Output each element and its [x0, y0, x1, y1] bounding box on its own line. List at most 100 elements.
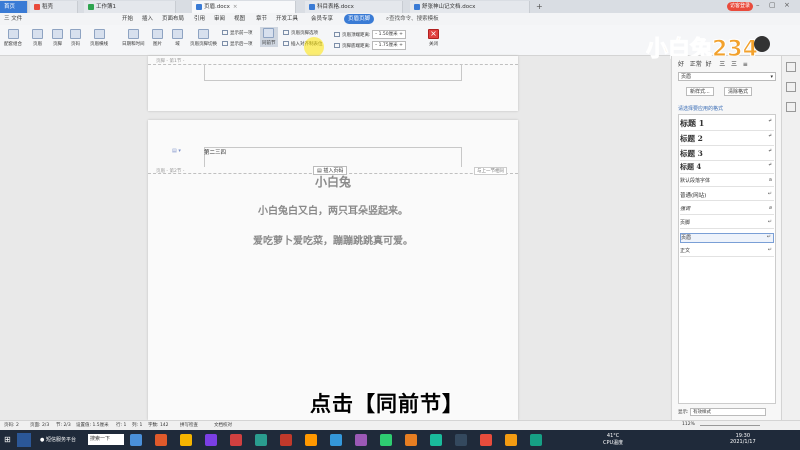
style-header-selected[interactable]: 页眉 ↵: [680, 233, 774, 243]
clear-format-button[interactable]: 清除格式: [724, 87, 753, 96]
footer-distance-icon: [334, 43, 340, 48]
new-style-button[interactable]: 新样式...: [686, 87, 714, 96]
style-footer[interactable]: 页脚 ↵: [680, 219, 774, 229]
style-default-font[interactable]: 默认段落字体 a: [680, 177, 774, 187]
status-pages: 页面: 2/3: [30, 423, 50, 428]
pointer-icon[interactable]: [786, 62, 796, 72]
header-footer-options-button[interactable]: 页眉页脚选项: [283, 30, 318, 36]
taskbar-app-sms[interactable]: ● 短信服务平台: [40, 436, 76, 443]
document-area[interactable]: 页脚 - 第1节 - ▤ ▾ 第二三四 页眉 - 第2节 - ▤ 插入页码 与上…: [0, 56, 670, 420]
menu-file[interactable]: 三 文件: [4, 13, 22, 25]
combo-button[interactable]: 配套组合: [4, 29, 22, 47]
zoom-level[interactable]: 112%: [682, 422, 695, 427]
taskbar-app-icon[interactable]: [205, 434, 217, 446]
taskbar-app-icon[interactable]: [430, 434, 442, 446]
ie-icon[interactable]: [17, 433, 31, 447]
menu-view[interactable]: 视图: [234, 13, 245, 25]
show-prev-button[interactable]: 显示前一项: [222, 30, 253, 36]
return-icon: ↵: [767, 162, 772, 168]
taskbar-app-icon[interactable]: [480, 434, 492, 446]
taskbar-search-input[interactable]: 搜索一下: [88, 434, 124, 445]
spell-check-button[interactable]: 拼写检查: [180, 422, 198, 428]
field-button[interactable]: 域: [172, 29, 183, 47]
doc-line-2[interactable]: 爱吃萝卜爱吃菜，蹦蹦跳跳真可爱。: [148, 232, 518, 247]
status-words: 字数: 142: [148, 423, 169, 428]
show-filter-select[interactable]: 有效样式: [689, 408, 766, 416]
menu-header-footer[interactable]: 页眉页脚: [344, 14, 375, 24]
footer-box: [204, 64, 462, 81]
taskbar-app-icon[interactable]: [455, 434, 467, 446]
menu-insert[interactable]: 插入: [142, 13, 153, 25]
new-tab-button[interactable]: +: [536, 2, 543, 11]
return-icon: ↵: [767, 219, 772, 225]
menu-dev-tools[interactable]: 开发工具: [276, 13, 298, 25]
next-icon: [222, 41, 228, 46]
menu-reference[interactable]: 引用: [194, 13, 205, 25]
taskbar-app-icon[interactable]: [530, 434, 542, 446]
taskbar-app-icon[interactable]: [305, 434, 317, 446]
style-select[interactable]: 页眉 ▾: [678, 72, 776, 81]
show-filter: 显示: 有效样式: [678, 408, 766, 416]
menu-review[interactable]: 审阅: [214, 13, 225, 25]
taskbar-app-icon[interactable]: [380, 434, 392, 446]
same-as-previous-button[interactable]: 同前节: [260, 27, 278, 47]
zoom-slider[interactable]: [700, 425, 760, 426]
menu-member[interactable]: 会员专享: [311, 13, 333, 25]
taskbar-app-icon[interactable]: [130, 434, 142, 446]
header-menu-icon[interactable]: ▤ ▾: [172, 148, 181, 154]
taskbar-app-icon[interactable]: [405, 434, 417, 446]
taskbar-app-icon[interactable]: [330, 434, 342, 446]
style-body[interactable]: 正文 ↵: [680, 247, 774, 257]
footer-icon: [52, 29, 63, 39]
tab-home[interactable]: 首页: [0, 1, 28, 13]
minimize-button[interactable]: –: [756, 1, 760, 9]
menu-chapter[interactable]: 章节: [256, 13, 267, 25]
taskbar-app-icon[interactable]: [180, 434, 192, 446]
system-clock[interactable]: 19:30 2021/1/17: [730, 433, 756, 445]
close-header-footer-button[interactable]: × 关闭: [428, 29, 439, 47]
menu-start[interactable]: 开始: [122, 13, 133, 25]
sms-icon: ●: [40, 437, 45, 443]
show-next-button[interactable]: 显示后一项: [222, 41, 253, 47]
picture-button[interactable]: 图片: [152, 29, 163, 47]
doc-line-1[interactable]: 小白兔白又白，两只耳朵竖起来。: [148, 202, 518, 217]
doc-title[interactable]: 小白兔: [148, 173, 518, 190]
window-close-button[interactable]: ×: [784, 1, 790, 9]
footer-bottom-distance-input[interactable]: – 1.75厘米 +: [371, 41, 406, 50]
windows-start-icon[interactable]: ⊞: [4, 435, 11, 444]
page-number-button[interactable]: 页码: [70, 29, 81, 47]
close-icon[interactable]: ×: [233, 4, 238, 10]
header-button[interactable]: 页眉: [32, 29, 43, 47]
taskbar-app-icon[interactable]: [355, 434, 367, 446]
tab-workbook[interactable]: 工作簿1: [84, 1, 176, 13]
taskbar-app-icon[interactable]: [155, 434, 167, 446]
style-heading-2[interactable]: 标题 2 ↵: [680, 133, 774, 146]
guest-login-badge[interactable]: 访客登录: [727, 2, 754, 11]
taskbar-app-icon[interactable]: [255, 434, 267, 446]
tab-subject-docx[interactable]: 科目表格.docx: [305, 1, 403, 13]
header-top-distance-input[interactable]: – 1.50厘米 +: [371, 30, 406, 39]
settings-icon[interactable]: [786, 102, 796, 112]
taskbar-app-icon[interactable]: [280, 434, 292, 446]
tab-other-docx[interactable]: 舒张神山记文档.docx: [410, 1, 530, 13]
maximize-button[interactable]: ▢: [769, 1, 776, 9]
doc-proofread-button[interactable]: 文档校对: [214, 422, 232, 428]
edit-icon[interactable]: [786, 82, 796, 92]
menu-layout[interactable]: 页面布局: [162, 13, 184, 25]
search-command[interactable]: ⌕查找命令、搜索模板: [386, 13, 439, 25]
style-heading-1[interactable]: 标题 1 ↵: [680, 118, 774, 131]
taskbar-app-icon[interactable]: [230, 434, 242, 446]
tab-header-docx[interactable]: 页眉.docx ×: [192, 1, 296, 13]
style-emphasis[interactable]: 强调 a: [680, 205, 774, 215]
datetime-button[interactable]: 日期和时间: [122, 29, 145, 47]
status-setting: 设置值: 1.5厘米: [76, 423, 109, 428]
tab-daoke[interactable]: 稻壳: [30, 1, 78, 13]
header-text[interactable]: 第二三四: [204, 148, 226, 156]
style-normal-web[interactable]: 普通(网站) ↵: [680, 191, 774, 201]
header-footer-switch-button[interactable]: 页眉页脚切换: [190, 29, 217, 47]
style-heading-4[interactable]: 标题 4 ↵: [680, 162, 774, 174]
taskbar-app-icon[interactable]: [505, 434, 517, 446]
style-heading-3[interactable]: 标题 3 ↵: [680, 148, 774, 161]
header-line-button[interactable]: 页眉横线: [90, 29, 108, 47]
footer-button[interactable]: 页脚: [52, 29, 63, 47]
